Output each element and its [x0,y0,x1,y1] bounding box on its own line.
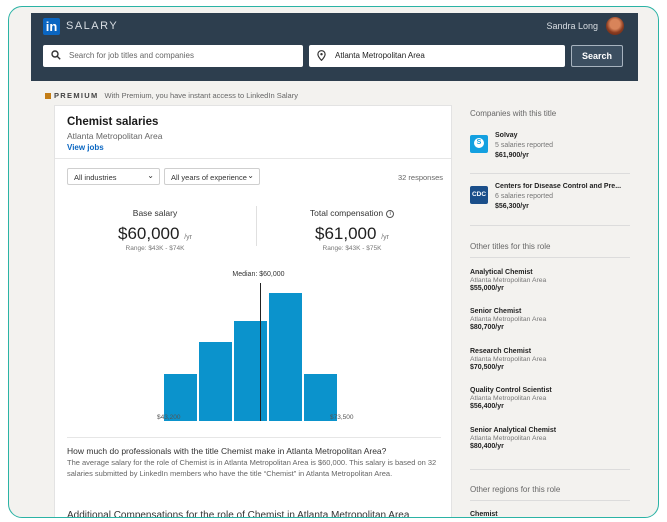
brand-label: SALARY [66,20,119,32]
additional-compensation-heading: Additional Compensations for the role of… [67,510,410,518]
nav-bar: in SALARY Sandra Long [31,13,638,39]
responses-count: 32 responses [397,173,443,182]
companies-heading: Companies with this title [470,109,557,118]
divider [55,158,451,159]
company-salary: $61,900/yr [495,152,529,159]
total-comp-range: Range: $43K - $75K [322,245,382,252]
company-name: Centers for Disease Control and Pre... [495,183,622,190]
premium-text: With Premium, you have instant access to… [104,91,298,100]
total-comp-label-row: Total compensation i [262,208,442,218]
base-salary-stat: Base salary $60,000 /yr Range: $43K - $7… [65,208,245,252]
title-salary: $80,400/yr [470,443,504,450]
base-salary-label: Base salary [132,208,178,218]
title-name: Analytical Chemist [470,269,533,276]
title-name: Senior Chemist [470,308,522,315]
search-button[interactable]: Search [571,45,623,67]
base-salary-unit: /yr [184,234,192,241]
location-pin-icon [317,50,326,64]
experience-dropdown-value: All years of experience [171,173,247,182]
other-title-item[interactable]: Senior Analytical Chemist Atlanta Metrop… [470,427,630,450]
x-axis-max-label: $73,500 [330,414,354,421]
job-search-input[interactable]: Search for job titles and companies [43,45,303,67]
chevron-down-icon: ⌄ [247,171,254,180]
faq-answer: The average salary for the role of Chemi… [67,458,437,478]
avatar[interactable] [606,17,624,35]
industry-dropdown-value: All industries [74,173,117,182]
title-name: Quality Control Scientist [470,387,552,394]
divider [470,500,630,501]
other-region-item[interactable]: Chemist [470,511,630,518]
other-title-item[interactable]: Senior Chemist Atlanta Metropolitan Area… [470,308,630,331]
screenshot-frame: in SALARY Sandra Long Search for job tit… [8,6,659,518]
salary-card: Chemist salaries Atlanta Metropolitan Ar… [54,105,452,518]
company-name: Solvay [495,132,518,139]
job-search-placeholder: Search for job titles and companies [69,51,194,60]
top-nav: in SALARY Sandra Long Search for job tit… [31,13,638,81]
stat-divider [256,206,257,246]
other-title-item[interactable]: Quality Control Scientist Atlanta Metrop… [470,387,630,410]
experience-dropdown[interactable]: All years of experience ⌄ [164,168,260,185]
base-salary-value-row: $60,000 /yr [65,224,245,244]
chevron-down-icon: ⌄ [147,171,154,180]
title-location: Atlanta Metropolitan Area [470,277,547,284]
linkedin-logo[interactable]: in [43,18,60,35]
location-value: Atlanta Metropolitan Area [335,51,425,60]
other-title-item[interactable]: Analytical Chemist Atlanta Metropolitan … [470,269,630,292]
base-salary-value: $60,000 [118,224,180,243]
cdc-logo-icon: CDC [470,186,488,204]
title-location: Atlanta Metropolitan Area [470,356,547,363]
region-name: Chemist [470,511,498,518]
divider [470,225,630,226]
title-name: Research Chemist [470,348,532,355]
company-reported: 5 salaries reported [495,142,553,149]
title-salary: $56,400/yr [470,403,504,410]
base-salary-range: Range: $43K - $74K [125,245,185,252]
histogram-bar [268,293,302,421]
divider [470,173,630,174]
title-salary: $80,700/yr [470,324,504,331]
title-salary: $70,500/yr [470,364,504,371]
company-item[interactable]: CDC Centers for Disease Control and Pre.… [470,183,636,223]
premium-icon [45,93,51,100]
x-axis-min-label: $43,200 [157,414,181,421]
info-icon[interactable]: i [386,209,395,218]
title-location: Atlanta Metropolitan Area [470,435,547,442]
location-input[interactable]: Atlanta Metropolitan Area [309,45,565,67]
title-name: Senior Analytical Chemist [470,427,557,434]
total-comp-unit: /yr [381,234,389,241]
search-icon [51,50,61,63]
median-label: Median: $60,000 [232,271,285,278]
user-name[interactable]: Sandra Long [546,21,598,31]
total-comp-value: $61,000 [315,224,377,243]
view-jobs-link[interactable]: View jobs [67,143,104,152]
title-salary: $55,000/yr [470,285,504,292]
salary-histogram: Median: $60,000 [150,271,350,421]
salary-location: Atlanta Metropolitan Area [67,131,163,141]
solvay-logo-icon [470,135,488,153]
total-comp-value-row: $61,000 /yr [262,224,442,244]
median-line [260,283,262,421]
other-title-item[interactable]: Research Chemist Atlanta Metropolitan Ar… [470,348,630,371]
company-item[interactable]: Solvay 5 salaries reported $61,900/yr [470,132,636,172]
premium-banner: PREMIUM With Premium, you have instant ac… [45,91,298,100]
industry-dropdown[interactable]: All industries ⌄ [67,168,160,185]
other-regions-heading: Other regions for this role [470,485,561,494]
divider [470,469,630,470]
title-location: Atlanta Metropolitan Area [470,395,547,402]
other-titles-heading: Other titles for this role [470,242,551,251]
total-comp-label: Total compensation [309,208,384,218]
histogram-bar [198,341,232,421]
total-comp-stat: Total compensation i $61,000 /yr Range: $… [262,208,442,252]
divider [67,437,441,438]
histogram-bar [233,321,267,421]
company-salary: $56,300/yr [495,203,529,210]
title-location: Atlanta Metropolitan Area [470,316,547,323]
divider [470,257,630,258]
company-reported: 6 salaries reported [495,193,553,200]
page-title: Chemist salaries [67,116,159,128]
faq-question: How much do professionals with the title… [67,446,387,456]
premium-label: PREMIUM [54,91,99,100]
